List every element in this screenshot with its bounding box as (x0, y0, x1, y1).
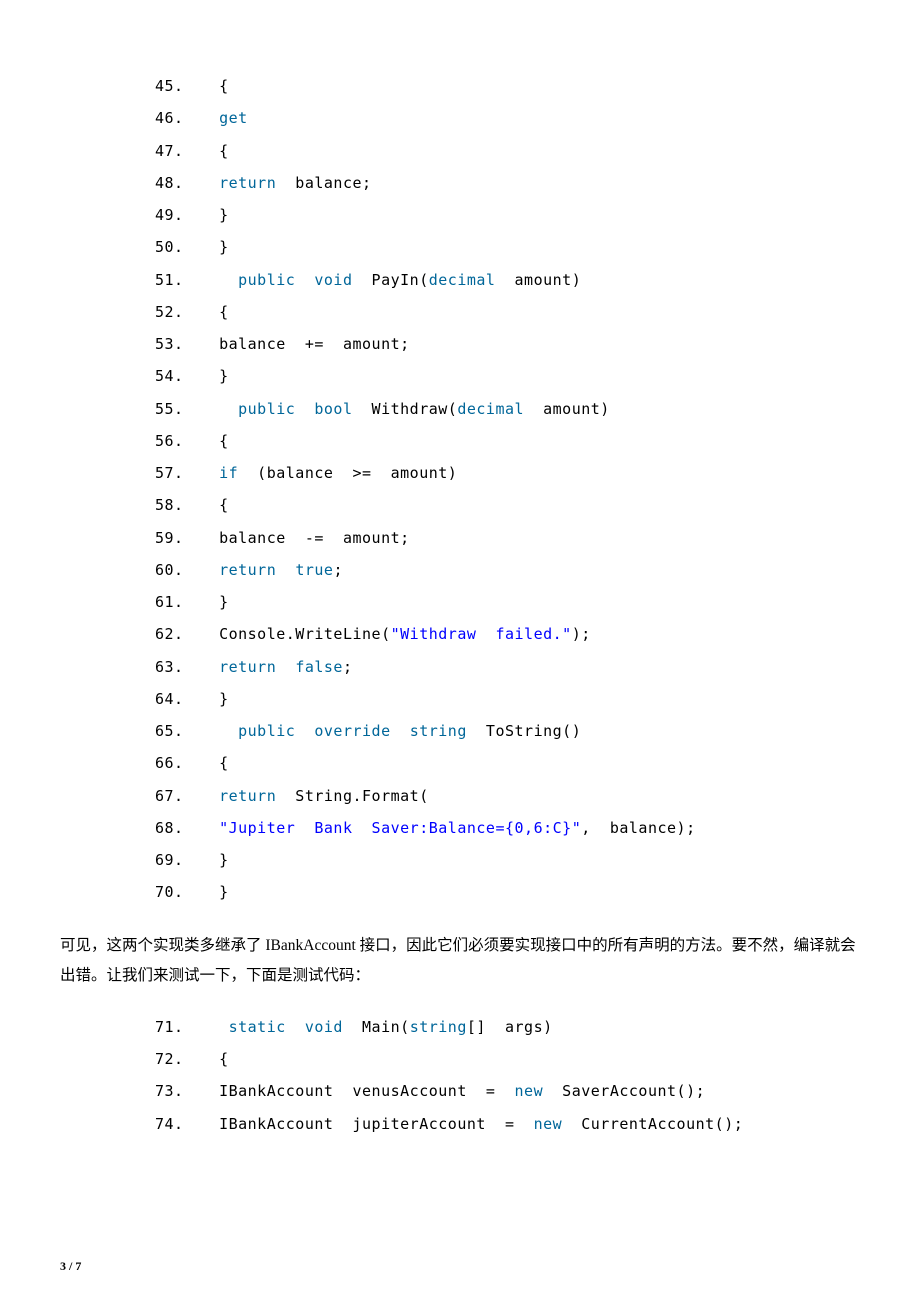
keyword-token: public (238, 722, 295, 740)
line-number: 59. (155, 522, 200, 554)
code-line: 47. { (155, 135, 860, 167)
code-line: 66. { (155, 747, 860, 779)
keyword-token: bool (314, 400, 352, 418)
line-number: 73. (155, 1075, 200, 1107)
code-line: 65. public override string ToString() (155, 715, 860, 747)
code-line: 64. } (155, 683, 860, 715)
line-number: 71. (155, 1011, 200, 1043)
code-line: 69. } (155, 844, 860, 876)
code-block-1: 45. {46. get47. {48. return balance;49. … (60, 70, 860, 909)
keyword-token: void (314, 271, 352, 289)
code-line: 74. IBankAccount jupiterAccount = new Cu… (155, 1108, 860, 1140)
code-block-2: 71. static void Main(string[] args)72. {… (60, 1011, 860, 1140)
line-number: 48. (155, 167, 200, 199)
keyword-token: return (219, 658, 276, 676)
line-number: 55. (155, 393, 200, 425)
line-number: 49. (155, 199, 200, 231)
code-line: 45. { (155, 70, 860, 102)
page-sep: / (66, 1259, 75, 1273)
keyword-token: static (229, 1018, 286, 1036)
page-total: 7 (75, 1259, 81, 1273)
keyword-token: public (238, 271, 295, 289)
line-number: 65. (155, 715, 200, 747)
code-line: 57. if (balance >= amount) (155, 457, 860, 489)
line-number: 47. (155, 135, 200, 167)
line-number: 50. (155, 231, 200, 263)
line-number: 74. (155, 1108, 200, 1140)
line-number: 64. (155, 683, 200, 715)
line-number: 67. (155, 780, 200, 812)
code-line: 56. { (155, 425, 860, 457)
code-line: 55. public bool Withdraw(decimal amount) (155, 393, 860, 425)
string-token: "Withdraw failed." (391, 625, 572, 643)
line-number: 66. (155, 747, 200, 779)
keyword-token: string (410, 722, 467, 740)
line-number: 60. (155, 554, 200, 586)
keyword-token: public (238, 400, 295, 418)
code-line: 54. } (155, 360, 860, 392)
code-line: 72. { (155, 1043, 860, 1075)
code-line: 58. { (155, 489, 860, 521)
code-line: 51. public void PayIn(decimal amount) (155, 264, 860, 296)
keyword-token: return (219, 787, 276, 805)
line-number: 58. (155, 489, 200, 521)
code-line: 73. IBankAccount venusAccount = new Save… (155, 1075, 860, 1107)
code-line: 71. static void Main(string[] args) (155, 1011, 860, 1043)
keyword-token: get (219, 109, 248, 127)
code-line: 48. return balance; (155, 167, 860, 199)
code-line: 70. } (155, 876, 860, 908)
keyword-token: if (219, 464, 238, 482)
code-line: 52. { (155, 296, 860, 328)
code-line: 61. } (155, 586, 860, 618)
body-paragraph: 可见，这两个实现类多继承了 IBankAccount 接口，因此它们必须要实现接… (60, 931, 860, 991)
string-token: "Jupiter Bank Saver:Balance={0,6:C}" (219, 819, 581, 837)
line-number: 70. (155, 876, 200, 908)
keyword-token: new (515, 1082, 544, 1100)
keyword-token: string (410, 1018, 467, 1036)
page-footer: 3 / 7 (60, 1259, 81, 1274)
code-line: 46. get (155, 102, 860, 134)
code-line: 60. return true; (155, 554, 860, 586)
keyword-token: return (219, 561, 276, 579)
code-line: 67. return String.Format( (155, 780, 860, 812)
keyword-token: void (305, 1018, 343, 1036)
code-line: 49. } (155, 199, 860, 231)
code-line: 68. "Jupiter Bank Saver:Balance={0,6:C}"… (155, 812, 860, 844)
keyword-token: false (295, 658, 343, 676)
line-number: 45. (155, 70, 200, 102)
keyword-token: true (295, 561, 333, 579)
code-line: 63. return false; (155, 651, 860, 683)
line-number: 57. (155, 457, 200, 489)
line-number: 54. (155, 360, 200, 392)
line-number: 56. (155, 425, 200, 457)
line-number: 46. (155, 102, 200, 134)
type-token: decimal (429, 271, 496, 289)
line-number: 68. (155, 812, 200, 844)
line-number: 61. (155, 586, 200, 618)
keyword-token: return (219, 174, 276, 192)
keyword-token: new (534, 1115, 563, 1133)
line-number: 69. (155, 844, 200, 876)
code-line: 53. balance += amount; (155, 328, 860, 360)
document-page: 45. {46. get47. {48. return balance;49. … (0, 0, 920, 1302)
code-line: 62. Console.WriteLine("Withdraw failed."… (155, 618, 860, 650)
type-token: decimal (457, 400, 524, 418)
code-line: 59. balance -= amount; (155, 522, 860, 554)
keyword-token: override (314, 722, 390, 740)
line-number: 53. (155, 328, 200, 360)
code-line: 50. } (155, 231, 860, 263)
line-number: 63. (155, 651, 200, 683)
line-number: 52. (155, 296, 200, 328)
line-number: 72. (155, 1043, 200, 1075)
line-number: 62. (155, 618, 200, 650)
line-number: 51. (155, 264, 200, 296)
